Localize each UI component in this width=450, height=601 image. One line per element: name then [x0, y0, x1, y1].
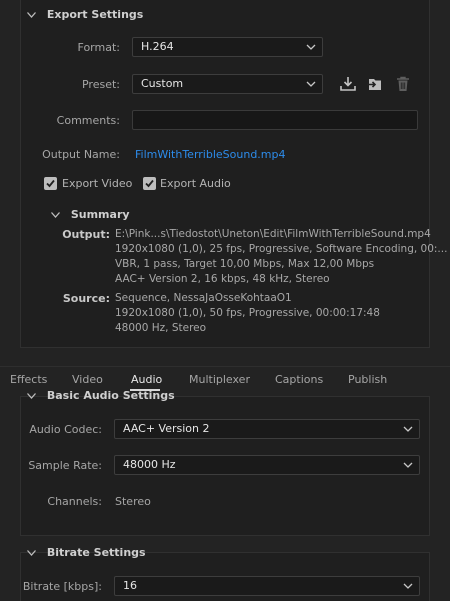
summary-output-label: Output:: [62, 228, 110, 241]
tab-effects[interactable]: Effects: [10, 373, 47, 386]
summary-output-line: AAC+ Version 2, 16 kbps, 48 kHz, Stereo: [115, 273, 330, 285]
output-name-label: Output Name:: [42, 148, 120, 161]
basic-audio-title: Basic Audio Settings: [46, 389, 175, 402]
export-settings-title: Export Settings: [46, 8, 144, 21]
chevron-down-icon: [403, 456, 413, 474]
tab-audio[interactable]: Audio: [131, 373, 162, 386]
export-settings-header[interactable]: Export Settings: [27, 8, 143, 21]
preset-value: Custom: [141, 77, 184, 90]
format-dropdown[interactable]: H.264: [132, 37, 323, 57]
bitrate-title: Bitrate Settings: [46, 546, 146, 559]
trash-icon[interactable]: [394, 75, 412, 96]
chevron-down-icon: [27, 8, 39, 21]
summary-title: Summary: [70, 208, 130, 221]
sample-rate-value: 48000 Hz: [123, 458, 176, 471]
preset-dropdown[interactable]: Custom: [132, 74, 323, 94]
audio-codec-dropdown[interactable]: AAC+ Version 2: [114, 419, 420, 439]
export-audio-label: Export Audio: [160, 177, 231, 190]
chevron-down-icon: [27, 546, 39, 559]
summary-source-line: Sequence, NessaJaOsseKohtaaO1: [115, 292, 292, 304]
channels-label: Channels:: [47, 495, 102, 508]
comments-input[interactable]: [132, 110, 418, 130]
chevron-down-icon: [403, 577, 413, 595]
checkmark-icon: [46, 179, 55, 188]
audio-codec-value: AAC+ Version 2: [123, 422, 210, 435]
chevron-down-icon: [51, 208, 63, 221]
export-audio-checkbox[interactable]: [143, 177, 156, 190]
preset-label: Preset:: [81, 78, 120, 91]
output-name-link[interactable]: FilmWithTerribleSound.mp4: [135, 148, 286, 161]
sample-rate-label: Sample Rate:: [28, 459, 102, 472]
chevron-down-icon: [306, 38, 316, 56]
export-video-checkbox[interactable]: [44, 177, 57, 190]
bitrate-header[interactable]: Bitrate Settings: [27, 546, 146, 559]
tab-video[interactable]: Video: [72, 373, 103, 386]
comments-label: Comments:: [56, 114, 120, 127]
save-preset-icon[interactable]: [339, 75, 357, 96]
format-value: H.264: [141, 40, 174, 53]
summary-source-label: Source:: [62, 292, 110, 305]
summary-header[interactable]: Summary: [51, 208, 130, 221]
summary-output-line: E:\Pink...s\Tiedostot\Uneton\Edit\FilmWi…: [115, 228, 431, 240]
bitrate-dropdown[interactable]: 16: [114, 576, 420, 596]
format-label: Format:: [77, 41, 120, 54]
channels-value: Stereo: [115, 495, 151, 508]
tab-captions[interactable]: Captions: [275, 373, 323, 386]
tab-multiplexer[interactable]: Multiplexer: [189, 373, 250, 386]
bitrate-label: Bitrate [kbps]:: [22, 580, 102, 593]
chevron-down-icon: [27, 389, 39, 402]
export-video-label: Export Video: [62, 177, 133, 190]
summary-output-line: 1920x1080 (1,0), 25 fps, Progressive, So…: [115, 243, 448, 255]
checkmark-icon: [145, 179, 154, 188]
basic-audio-header[interactable]: Basic Audio Settings: [27, 389, 175, 402]
tab-publish[interactable]: Publish: [348, 373, 387, 386]
import-preset-icon[interactable]: [366, 75, 384, 96]
sample-rate-dropdown[interactable]: 48000 Hz: [114, 455, 420, 475]
bitrate-value: 16: [123, 579, 137, 592]
chevron-down-icon: [403, 420, 413, 438]
summary-source-line: 48000 Hz, Stereo: [115, 322, 207, 334]
chevron-down-icon: [306, 75, 316, 93]
audio-codec-label: Audio Codec:: [29, 423, 102, 436]
summary-source-line: 1920x1080 (1,0), 50 fps, Progressive, 00…: [115, 307, 380, 319]
summary-output-line: VBR, 1 pass, Target 10,00 Mbps, Max 12,0…: [115, 258, 375, 270]
